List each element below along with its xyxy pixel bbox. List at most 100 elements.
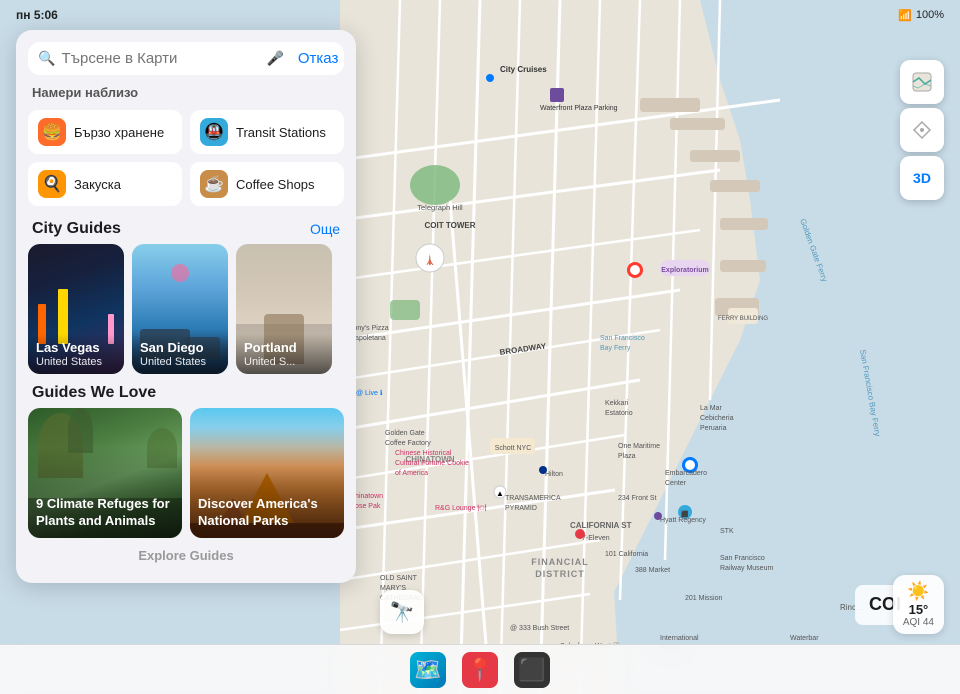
svg-text:Schott NYC: Schott NYC	[495, 445, 532, 452]
svg-text:7-Eleven: 7-Eleven	[582, 535, 610, 542]
climate-guide-overlay: 9 Climate Refuges for Plants and Animals	[28, 408, 182, 538]
guides-we-love-header: Guides We Love	[16, 374, 356, 408]
svg-text:City Cruises: City Cruises	[500, 65, 547, 74]
transit-label: Transit Stations	[236, 125, 326, 140]
svg-text:One Maritime: One Maritime	[618, 443, 660, 450]
svg-text:La Mar: La Mar	[700, 405, 722, 412]
svg-text:of America: of America	[395, 470, 428, 477]
svg-text:234 Front St: 234 Front St	[618, 495, 657, 502]
status-bar: пн 5:06 📶 100%	[0, 0, 960, 30]
svg-text:CALIFORNIA ST: CALIFORNIA ST	[570, 521, 632, 530]
svg-text:@ 333 Bush Street: @ 333 Bush Street	[510, 625, 569, 632]
status-time: пн 5:06	[16, 8, 58, 22]
svg-text:Telegraph Hill: Telegraph Hill	[417, 203, 463, 212]
svg-text:🗼: 🗼	[424, 253, 436, 266]
search-icon: 🔍	[38, 50, 55, 67]
status-right: 📶 100%	[898, 9, 944, 22]
coffee-icon: ☕	[200, 170, 228, 198]
binoculars-button[interactable]: 🔭	[380, 590, 424, 634]
svg-text:Coffee Factory: Coffee Factory	[385, 440, 431, 447]
search-panel: 🔍 🎤 Отказ Намери наблизо 🍔 Бързо хранене…	[16, 30, 356, 583]
portland-country: United S...	[244, 356, 324, 368]
svg-text:Estatorio: Estatorio	[605, 410, 633, 417]
svg-text:@ Live ℹ: @ Live ℹ	[356, 389, 383, 397]
san-diego-name: San Diego	[140, 340, 220, 356]
portland-name: Portland	[244, 340, 324, 356]
fast-food-icon: 🍔	[38, 118, 66, 146]
svg-text:Waterbar: Waterbar	[790, 635, 819, 642]
dock-red-icon[interactable]: 📍	[462, 652, 498, 688]
las-vegas-overlay: Las Vegas United States	[28, 334, 124, 374]
svg-text:201 Mission: 201 Mission	[685, 595, 722, 602]
dock-dark-icon[interactable]: ⬛	[514, 652, 550, 688]
svg-text:Railway Museum: Railway Museum	[720, 565, 773, 572]
national-parks-guide-title: Discover America's National Parks	[198, 496, 336, 530]
svg-text:388 Market: 388 Market	[635, 567, 670, 574]
svg-text:STK: STK	[720, 528, 734, 535]
category-breakfast[interactable]: 🍳 Закуска	[28, 162, 182, 206]
san-diego-overlay: San Diego United States	[132, 334, 228, 374]
las-vegas-name: Las Vegas	[36, 340, 116, 356]
search-input[interactable]	[61, 50, 260, 67]
cancel-button[interactable]: Отказ	[298, 50, 338, 67]
fast-food-label: Бързо хранене	[74, 125, 164, 140]
svg-text:FINANCIAL: FINANCIAL	[531, 557, 589, 567]
svg-text:International: International	[660, 635, 699, 642]
san-diego-country: United States	[140, 356, 220, 368]
3d-button[interactable]: 3D	[900, 156, 944, 200]
svg-text:Exploratorium: Exploratorium	[661, 267, 708, 274]
svg-text:DISTRICT: DISTRICT	[535, 569, 585, 579]
guides-section: 9 Climate Refuges for Plants and Animals…	[16, 408, 356, 538]
svg-text:101 California: 101 California	[605, 551, 648, 558]
svg-text:Center: Center	[665, 480, 687, 487]
guide-national-parks[interactable]: Discover America's National Parks	[190, 408, 344, 538]
svg-text:PYRAMID: PYRAMID	[505, 505, 537, 512]
svg-text:Bay Ferry: Bay Ferry	[600, 345, 631, 352]
svg-text:Kekkari: Kekkari	[605, 400, 629, 407]
svg-text:COIT TOWER: COIT TOWER	[425, 221, 476, 230]
national-parks-guide-overlay: Discover America's National Parks	[190, 408, 344, 538]
search-bar-container: 🔍 🎤 Отказ	[28, 42, 344, 75]
svg-text:Peruaria: Peruaria	[700, 425, 727, 432]
portland-overlay: Portland United S...	[236, 334, 332, 374]
bottom-dock: 🗺️ 📍 ⬛	[0, 644, 960, 694]
breakfast-label: Закуска	[74, 177, 121, 192]
svg-text:R&G Lounge 🍽: R&G Lounge 🍽	[435, 504, 486, 512]
las-vegas-country: United States	[36, 356, 116, 368]
map-controls: 3D	[900, 60, 944, 200]
breakfast-icon: 🍳	[38, 170, 66, 198]
city-guides-title: City Guides	[32, 220, 121, 238]
city-card-las-vegas[interactable]: Las Vegas United States	[28, 244, 124, 374]
svg-text:Cultural Fortune Cookie: Cultural Fortune Cookie	[395, 460, 469, 467]
map-type-button[interactable]	[900, 60, 944, 104]
svg-text:▲: ▲	[496, 489, 504, 498]
svg-text:Embarcadero: Embarcadero	[665, 470, 707, 477]
battery-indicator: 100%	[916, 9, 944, 21]
transit-icon: 🚇	[200, 118, 228, 146]
weather-icon: ☀️	[907, 581, 929, 602]
city-card-portland[interactable]: Portland United S...	[236, 244, 332, 374]
svg-text:Golden Gate: Golden Gate	[385, 430, 425, 437]
svg-text:San Francisco: San Francisco	[600, 335, 645, 342]
svg-text:Cebicheria: Cebicheria	[700, 415, 734, 422]
svg-text:San Francisco: San Francisco	[720, 555, 765, 562]
location-button[interactable]	[900, 108, 944, 152]
wifi-icon: 📶	[898, 9, 912, 22]
coffee-label: Coffee Shops	[236, 177, 315, 192]
weather-badge: ☀️ 15° AQI 44	[893, 575, 944, 634]
category-transit[interactable]: 🚇 Transit Stations	[190, 110, 344, 154]
guides-grid: 9 Climate Refuges for Plants and Animals…	[28, 408, 344, 538]
category-coffee[interactable]: ☕ Coffee Shops	[190, 162, 344, 206]
city-card-san-diego[interactable]: San Diego United States	[132, 244, 228, 374]
svg-text:OLD SAINT: OLD SAINT	[380, 575, 418, 582]
microphone-icon[interactable]: 🎤	[266, 50, 283, 67]
climate-guide-title: 9 Climate Refuges for Plants and Animals	[36, 496, 174, 530]
dock-maps-icon[interactable]: 🗺️	[410, 652, 446, 688]
more-link[interactable]: Още	[310, 221, 340, 237]
svg-text:Waterfront Plaza Parking: Waterfront Plaza Parking	[540, 105, 618, 112]
weather-temp: 15°	[909, 602, 929, 617]
guide-climate[interactable]: 9 Climate Refuges for Plants and Animals	[28, 408, 182, 538]
nearby-section-title: Намери наблизо	[16, 75, 356, 106]
category-fast-food[interactable]: 🍔 Бързо хранене	[28, 110, 182, 154]
svg-text:Chinese Historical: Chinese Historical	[395, 450, 452, 457]
